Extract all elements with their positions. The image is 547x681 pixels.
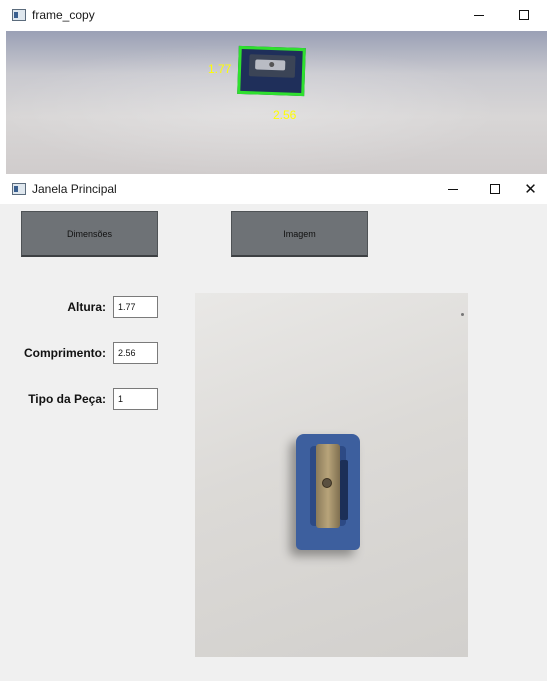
height-measurement-label: 1.77 — [208, 62, 232, 76]
comprimento-input[interactable] — [113, 342, 158, 364]
imagem-button[interactable]: Imagem — [231, 211, 368, 257]
frame-copy-window: frame_copy 1.77 2.56 — [0, 0, 547, 174]
detection-box — [237, 45, 306, 97]
image-speck — [461, 313, 464, 316]
sharpener-screw — [322, 478, 332, 488]
dimensoes-button[interactable]: Dimensões — [21, 211, 158, 257]
sharpener-body — [296, 434, 360, 550]
minimize-button[interactable] — [456, 0, 502, 30]
camera-view: 1.77 2.56 — [6, 31, 547, 174]
maximize-icon — [519, 10, 529, 20]
tipo-peca-label: Tipo da Peça: — [28, 392, 106, 406]
main-client-area: Dimensões Imagem Altura: Comprimento: Ti… — [12, 204, 547, 681]
minimize-button[interactable] — [430, 174, 476, 204]
window-title: frame_copy — [32, 8, 95, 22]
captured-image — [195, 293, 468, 657]
tipo-peca-input[interactable] — [113, 388, 158, 410]
maximize-button[interactable] — [472, 174, 518, 204]
window-title: Janela Principal — [32, 182, 117, 196]
altura-input[interactable] — [113, 296, 158, 318]
close-button[interactable]: ✕ — [514, 174, 547, 204]
minimize-icon — [474, 14, 484, 16]
frame-copy-titlebar[interactable]: frame_copy — [0, 0, 547, 30]
comprimento-label: Comprimento: — [24, 346, 106, 360]
pencil-sharpener-image — [292, 434, 364, 553]
close-icon: ✕ — [524, 180, 537, 198]
altura-label: Altura: — [67, 300, 106, 314]
app-window-icon — [12, 183, 26, 195]
width-measurement-label: 2.56 — [273, 108, 297, 122]
maximize-icon — [490, 184, 500, 194]
minimize-icon — [448, 188, 458, 190]
detected-object — [248, 54, 296, 78]
maximize-button[interactable] — [501, 0, 547, 30]
main-titlebar[interactable]: Janela Principal ✕ — [0, 174, 547, 204]
main-window: Janela Principal ✕ Dimensões Imagem Altu… — [0, 174, 547, 681]
app-window-icon — [12, 9, 26, 21]
sharpener-slot — [340, 460, 348, 520]
